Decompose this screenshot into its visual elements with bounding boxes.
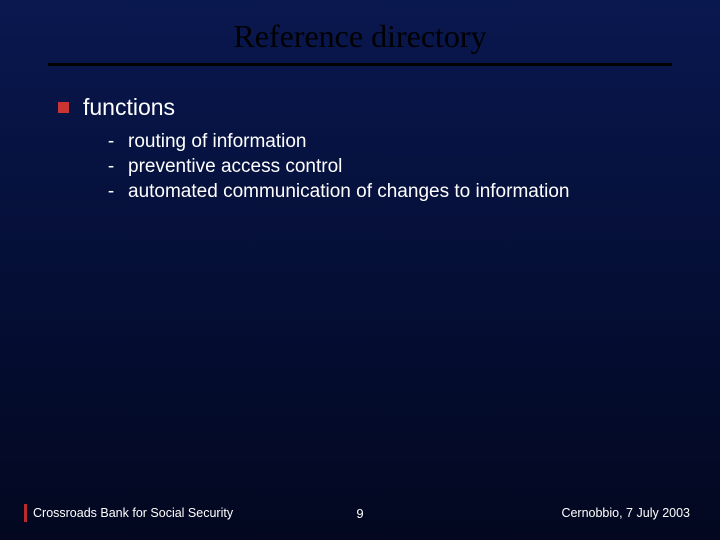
sub-label: automated communication of changes to in…: [128, 181, 569, 203]
bullet-item: functions: [58, 94, 690, 121]
sub-label: routing of information: [128, 131, 307, 153]
sub-label: preventive access control: [128, 156, 342, 178]
sub-list: - routing of information - preventive ac…: [58, 131, 690, 203]
dash-icon: -: [106, 181, 116, 203]
slide-title: Reference directory: [233, 18, 486, 55]
sub-item: - routing of information: [106, 131, 690, 153]
title-block: Reference directory: [30, 18, 690, 55]
footer-org: Crossroads Bank for Social Security: [33, 506, 233, 520]
sub-item: - automated communication of changes to …: [106, 181, 690, 203]
footer-accent-icon: [24, 504, 27, 522]
content-area: functions - routing of information - pre…: [30, 94, 690, 203]
square-bullet-icon: [58, 102, 69, 113]
title-underline: [48, 63, 672, 66]
footer-page-number: 9: [356, 506, 363, 521]
bullet-label: functions: [83, 94, 175, 121]
dash-icon: -: [106, 156, 116, 178]
sub-item: - preventive access control: [106, 156, 690, 178]
slide: Reference directory functions - routing …: [0, 0, 720, 540]
footer: Crossroads Bank for Social Security 9 Ce…: [0, 504, 720, 522]
dash-icon: -: [106, 131, 116, 153]
footer-date-location: Cernobbio, 7 July 2003: [561, 506, 690, 520]
footer-left: Crossroads Bank for Social Security: [24, 504, 233, 522]
